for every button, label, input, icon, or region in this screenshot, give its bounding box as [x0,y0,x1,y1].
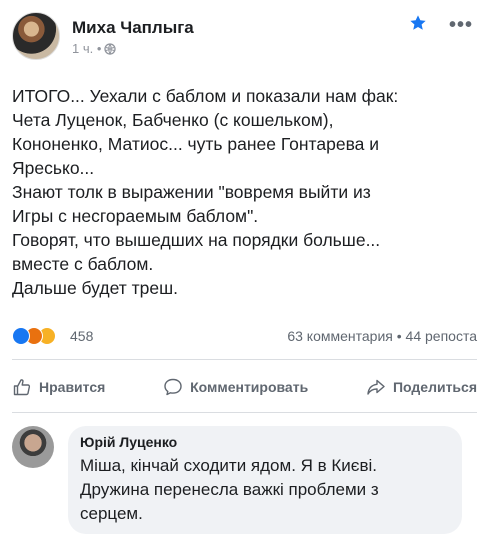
like-icon [13,379,31,396]
post-meta: 1 ч. • [72,41,117,56]
post-text-line: Кононенко, Матиос... чуть ранее Гонтарев… [12,134,380,154]
reactions-row: 458 63 комментария • 44 репоста [12,327,477,347]
comment-text-line: Міша, кінчай сходити ядом. Я в Києві. [80,456,377,475]
share-label: Поделиться [392,379,477,395]
comment-bubble: Юрій Луценко Міша, кінчай сходити ядом. … [68,426,462,534]
post-time[interactable]: 1 ч. • [72,41,101,56]
post-text-line: вместе с баблом. [12,254,154,274]
commenter-avatar[interactable] [12,426,54,468]
comment-share-counts[interactable]: 63 комментария • 44 репоста [287,328,477,344]
more-icon[interactable]: ••• [449,14,473,37]
like-reaction-icon [12,327,30,345]
globe-icon [104,42,117,55]
comment-icon [164,378,182,396]
comment-text-line: Дружина перенесла важкі проблеми з [80,480,379,499]
share-icon [367,379,385,395]
comment-button[interactable]: Комментировать [163,377,308,397]
post-header: Миха Чаплыга 1 ч. • ••• [12,12,477,62]
commenter-name[interactable]: Юрій Луценко [80,434,450,450]
post-text-line: Говорят, что вышедших на порядки больше.… [12,230,381,250]
star-icon[interactable] [409,14,427,32]
like-button[interactable]: Нравится [12,377,105,397]
divider [12,359,477,360]
author-avatar[interactable] [12,12,60,60]
action-bar: Нравится Комментировать Поделиться [12,375,477,399]
post-text: ИТОГО... Уехали с баблом и показали нам … [12,84,477,300]
reaction-count[interactable]: 458 [70,328,93,344]
comment-text-line: серцем. [80,504,143,523]
reaction-icons[interactable] [12,327,56,345]
divider [12,412,477,413]
post-text-line: Чета Луценок, Бабченко (с кошельком), [12,110,334,130]
share-button[interactable]: Поделиться [366,377,477,397]
comment-text: Міша, кінчай сходити ядом. Я в Києві. Др… [80,454,450,526]
post-text-line: Знают толк в выражении "вовремя выйти из [12,182,371,202]
post-text-line: ИТОГО... Уехали с баблом и показали нам … [12,86,399,106]
like-label: Нравится [39,379,106,395]
comment-label: Комментировать [190,379,309,395]
post-text-line: Игры с несгораемым баблом". [12,206,259,226]
author-name[interactable]: Миха Чаплыга [72,18,194,38]
post-text-line: Дальше будет треш. [12,278,178,298]
post-text-line: Яресько... [12,158,95,178]
